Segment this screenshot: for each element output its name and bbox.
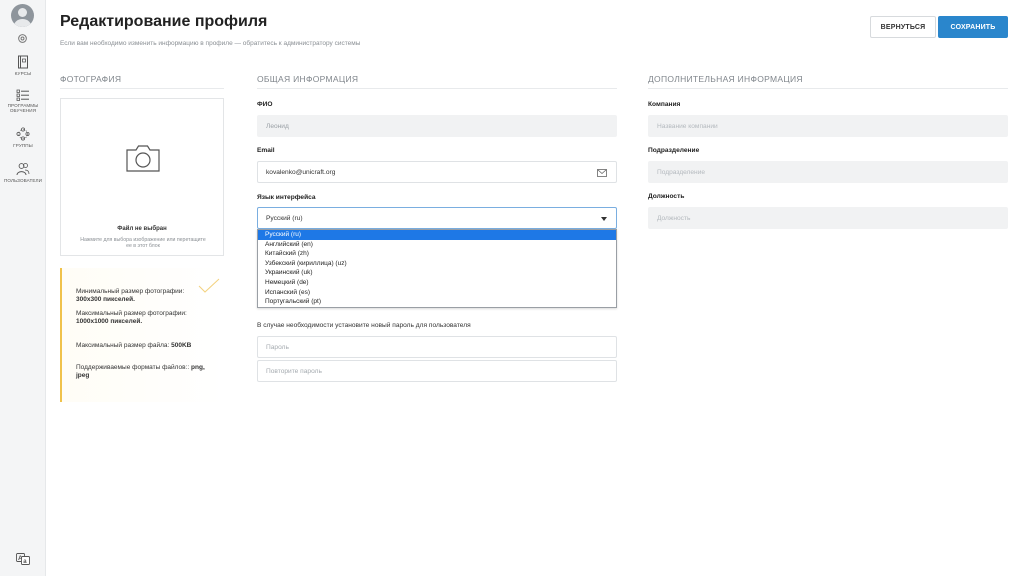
password-repeat-field[interactable]: Повторите пароль — [257, 360, 617, 382]
photo-upload-area[interactable]: Файл не выбран Нажмите для выбора изобра… — [60, 98, 224, 256]
save-button[interactable]: СОХРАНИТЬ — [938, 16, 1008, 38]
department-label: Подразделение — [648, 147, 700, 154]
page-title: Редактирование профиля — [60, 13, 268, 30]
book-icon — [17, 55, 29, 69]
language-label: Язык интерфейса — [257, 194, 316, 201]
fio-field: Леонид — [257, 115, 617, 137]
email-field[interactable]: kovalenko@unicraft.org — [257, 161, 617, 183]
section-title-photo: ФОТОГРАФИЯ — [60, 74, 224, 89]
company-label: Компания — [648, 101, 681, 108]
chevron-down-icon — [601, 217, 607, 221]
language-option[interactable]: Испанский (es) — [258, 288, 616, 298]
mail-icon — [597, 169, 607, 177]
list-icon — [16, 89, 30, 101]
photo-status: Файл не выбран — [117, 226, 167, 232]
sidebar-item-label: Группы — [13, 143, 33, 148]
email-value: kovalenko@unicraft.org — [266, 168, 336, 176]
groups-icon — [16, 127, 30, 141]
language-dropdown: Русский (ru) Английский (en) Китайский (… — [257, 229, 617, 308]
sidebar-item-programs[interactable]: Программы обучения — [0, 89, 46, 113]
sidebar-item-groups[interactable]: Группы — [0, 127, 46, 148]
sidebar-item-label: Программы обучения — [7, 103, 39, 113]
photo-hint: Нажмите для выбора изображение или перет… — [80, 237, 206, 249]
formats-info: Поддерживаемые форматы файлов:: png, jpe… — [76, 364, 205, 379]
language-select[interactable]: Русский (ru) — [257, 207, 617, 229]
language-option[interactable]: Английский (en) — [258, 240, 616, 250]
max-size-info: Максимальный размер фотографии: 1000x100… — [76, 310, 187, 325]
language-icon[interactable]: A a — [16, 553, 30, 565]
password-field[interactable]: Пароль — [257, 336, 617, 358]
section-title-additional: ДОПОЛНИТЕЛЬНАЯ ИНФОРМАЦИЯ — [648, 74, 1008, 89]
language-option[interactable]: Португальский (pt) — [258, 297, 616, 307]
back-button[interactable]: ВЕРНУТЬСЯ — [870, 16, 936, 38]
camera-icon — [126, 145, 160, 172]
sidebar-item-label: Пользователи — [3, 178, 43, 183]
language-option[interactable]: Украинский (uk) — [258, 268, 616, 278]
password-note: В случае необходимости установите новый … — [257, 322, 471, 329]
sidebar-item-label: Курсы — [14, 71, 32, 76]
language-option[interactable]: Узбекский (кириллица) (uz) — [258, 259, 616, 269]
language-option[interactable]: Немецкий (de) — [258, 278, 616, 288]
users-icon — [16, 162, 30, 176]
min-size-info: Минимальный размер фотографии: 300x300 п… — [76, 288, 185, 303]
photo-requirements: Минимальный размер фотографии: 300x300 п… — [60, 268, 224, 402]
language-selected-value: Русский (ru) — [266, 214, 303, 222]
email-label: Email — [257, 147, 275, 154]
sidebar-item-users[interactable]: Пользователи — [0, 162, 46, 183]
avatar[interactable] — [11, 4, 34, 27]
page-subtitle: Если вам необходимо изменить информацию … — [60, 40, 361, 47]
language-option[interactable]: Русский (ru) — [258, 230, 616, 240]
language-option[interactable]: Китайский (zh) — [258, 249, 616, 259]
max-file-info: Максимальный размер файла: 500KB — [76, 342, 192, 349]
sidebar-item-courses[interactable]: Курсы — [0, 55, 46, 76]
fio-label: ФИО — [257, 101, 273, 108]
section-title-general: ОБЩАЯ ИНФОРМАЦИЯ — [257, 74, 617, 89]
sidebar: Курсы Программы обучения Группы — [0, 0, 46, 576]
company-field: Название компании — [648, 115, 1008, 137]
department-field: Подразделение — [648, 161, 1008, 183]
gear-icon[interactable] — [17, 33, 28, 44]
position-label: Должность — [648, 193, 685, 200]
position-field: Должность — [648, 207, 1008, 229]
